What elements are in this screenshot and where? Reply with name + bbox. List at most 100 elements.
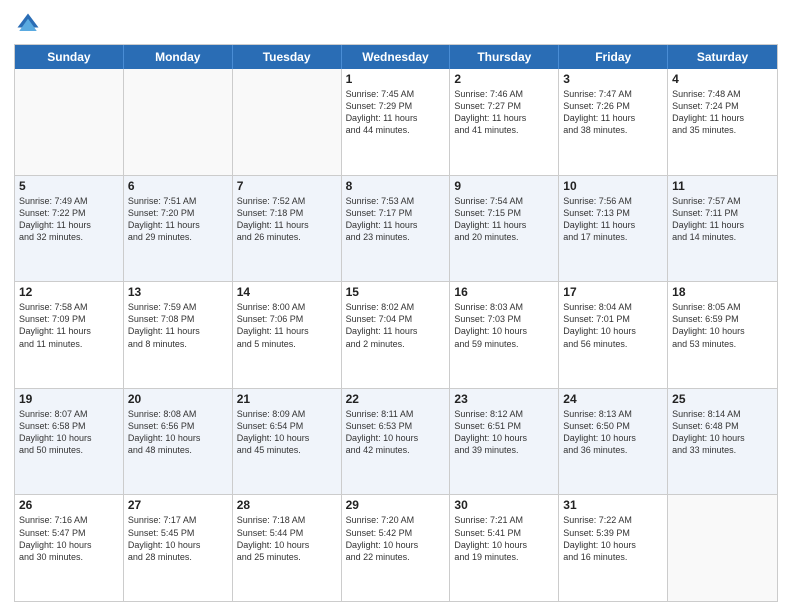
- day-number: 17: [563, 285, 663, 299]
- day-info: Sunrise: 8:13 AM Sunset: 6:50 PM Dayligh…: [563, 408, 663, 457]
- day-info: Sunrise: 7:17 AM Sunset: 5:45 PM Dayligh…: [128, 514, 228, 563]
- calendar-day-19: 19 Sunrise: 8:07 AM Sunset: 6:58 PM Dayli…: [15, 389, 124, 495]
- calendar-row-5: 26 Sunrise: 7:16 AM Sunset: 5:47 PM Dayli…: [15, 494, 777, 601]
- day-number: 19: [19, 392, 119, 406]
- day-number: 8: [346, 179, 446, 193]
- calendar-day-29: 29 Sunrise: 7:20 AM Sunset: 5:42 PM Dayli…: [342, 495, 451, 601]
- weekday-header-tuesday: Tuesday: [233, 45, 342, 69]
- calendar-day-16: 16 Sunrise: 8:03 AM Sunset: 7:03 PM Dayli…: [450, 282, 559, 388]
- day-info: Sunrise: 7:57 AM Sunset: 7:11 PM Dayligh…: [672, 195, 773, 244]
- calendar-day-5: 5 Sunrise: 7:49 AM Sunset: 7:22 PM Daylig…: [15, 176, 124, 282]
- calendar-day-3: 3 Sunrise: 7:47 AM Sunset: 7:26 PM Daylig…: [559, 69, 668, 175]
- day-info: Sunrise: 7:59 AM Sunset: 7:08 PM Dayligh…: [128, 301, 228, 350]
- calendar-day-30: 30Sunrise: 7:21 AM Sunset: 5:41 PM Dayli…: [450, 495, 559, 601]
- day-number: 4: [672, 72, 773, 86]
- day-info: Sunrise: 7:16 AM Sunset: 5:47 PM Dayligh…: [19, 514, 119, 563]
- day-number: 11: [672, 179, 773, 193]
- day-number: 15: [346, 285, 446, 299]
- day-number: 14: [237, 285, 337, 299]
- calendar-day-22: 22 Sunrise: 8:11 AM Sunset: 6:53 PM Dayli…: [342, 389, 451, 495]
- day-number: 29: [346, 498, 446, 512]
- day-info: Sunrise: 8:03 AM Sunset: 7:03 PM Dayligh…: [454, 301, 554, 350]
- day-info: Sunrise: 7:20 AM Sunset: 5:42 PM Dayligh…: [346, 514, 446, 563]
- weekday-header-thursday: Thursday: [450, 45, 559, 69]
- day-number: 2: [454, 72, 554, 86]
- calendar-empty-cell: [124, 69, 233, 175]
- weekday-header-sunday: Sunday: [15, 45, 124, 69]
- calendar-empty-cell: [15, 69, 124, 175]
- logo: [14, 10, 46, 38]
- calendar-day-7: 7Sunrise: 7:52 AM Sunset: 7:18 PM Daylig…: [233, 176, 342, 282]
- page: SundayMondayTuesdayWednesdayThursdayFrid…: [0, 0, 792, 612]
- day-number: 5: [19, 179, 119, 193]
- day-info: Sunrise: 7:58 AM Sunset: 7:09 PM Dayligh…: [19, 301, 119, 350]
- day-number: 24: [563, 392, 663, 406]
- calendar-day-14: 14Sunrise: 8:00 AM Sunset: 7:06 PM Dayli…: [233, 282, 342, 388]
- day-info: Sunrise: 7:46 AM Sunset: 7:27 PM Dayligh…: [454, 88, 554, 137]
- calendar-day-17: 17Sunrise: 8:04 AM Sunset: 7:01 PM Dayli…: [559, 282, 668, 388]
- calendar-day-21: 21 Sunrise: 8:09 AM Sunset: 6:54 PM Dayli…: [233, 389, 342, 495]
- day-info: Sunrise: 8:07 AM Sunset: 6:58 PM Dayligh…: [19, 408, 119, 457]
- day-number: 28: [237, 498, 337, 512]
- day-info: Sunrise: 7:53 AM Sunset: 7:17 PM Dayligh…: [346, 195, 446, 244]
- day-number: 16: [454, 285, 554, 299]
- calendar-day-26: 26 Sunrise: 7:16 AM Sunset: 5:47 PM Dayli…: [15, 495, 124, 601]
- day-info: Sunrise: 7:56 AM Sunset: 7:13 PM Dayligh…: [563, 195, 663, 244]
- day-number: 13: [128, 285, 228, 299]
- calendar-day-11: 11 Sunrise: 7:57 AM Sunset: 7:11 PM Dayli…: [668, 176, 777, 282]
- weekday-header-wednesday: Wednesday: [342, 45, 451, 69]
- calendar-day-8: 8 Sunrise: 7:53 AM Sunset: 7:17 PM Daylig…: [342, 176, 451, 282]
- day-info: Sunrise: 8:08 AM Sunset: 6:56 PM Dayligh…: [128, 408, 228, 457]
- day-number: 18: [672, 285, 773, 299]
- day-number: 6: [128, 179, 228, 193]
- day-number: 23: [454, 392, 554, 406]
- calendar-day-28: 28Sunrise: 7:18 AM Sunset: 5:44 PM Dayli…: [233, 495, 342, 601]
- calendar-day-4: 4 Sunrise: 7:48 AM Sunset: 7:24 PM Daylig…: [668, 69, 777, 175]
- calendar-day-18: 18 Sunrise: 8:05 AM Sunset: 6:59 PM Dayli…: [668, 282, 777, 388]
- day-number: 25: [672, 392, 773, 406]
- calendar-day-1: 1 Sunrise: 7:45 AM Sunset: 7:29 PM Daylig…: [342, 69, 451, 175]
- day-info: Sunrise: 7:48 AM Sunset: 7:24 PM Dayligh…: [672, 88, 773, 137]
- calendar-empty-cell: [233, 69, 342, 175]
- day-info: Sunrise: 8:05 AM Sunset: 6:59 PM Dayligh…: [672, 301, 773, 350]
- day-number: 26: [19, 498, 119, 512]
- calendar-row-4: 19 Sunrise: 8:07 AM Sunset: 6:58 PM Dayli…: [15, 388, 777, 495]
- day-info: Sunrise: 8:12 AM Sunset: 6:51 PM Dayligh…: [454, 408, 554, 457]
- day-info: Sunrise: 8:09 AM Sunset: 6:54 PM Dayligh…: [237, 408, 337, 457]
- weekday-header-monday: Monday: [124, 45, 233, 69]
- calendar-body: 1 Sunrise: 7:45 AM Sunset: 7:29 PM Daylig…: [15, 69, 777, 601]
- day-number: 12: [19, 285, 119, 299]
- calendar-day-24: 24 Sunrise: 8:13 AM Sunset: 6:50 PM Dayli…: [559, 389, 668, 495]
- calendar-day-31: 31Sunrise: 7:22 AM Sunset: 5:39 PM Dayli…: [559, 495, 668, 601]
- header: [14, 10, 778, 38]
- day-number: 22: [346, 392, 446, 406]
- day-info: Sunrise: 7:21 AM Sunset: 5:41 PM Dayligh…: [454, 514, 554, 563]
- day-info: Sunrise: 7:54 AM Sunset: 7:15 PM Dayligh…: [454, 195, 554, 244]
- day-number: 31: [563, 498, 663, 512]
- calendar-day-23: 23 Sunrise: 8:12 AM Sunset: 6:51 PM Dayli…: [450, 389, 559, 495]
- logo-icon: [14, 10, 42, 38]
- calendar-day-10: 10Sunrise: 7:56 AM Sunset: 7:13 PM Dayli…: [559, 176, 668, 282]
- weekday-header-friday: Friday: [559, 45, 668, 69]
- calendar: SundayMondayTuesdayWednesdayThursdayFrid…: [14, 44, 778, 602]
- day-number: 9: [454, 179, 554, 193]
- day-number: 27: [128, 498, 228, 512]
- calendar-row-1: 1 Sunrise: 7:45 AM Sunset: 7:29 PM Daylig…: [15, 69, 777, 175]
- day-info: Sunrise: 7:49 AM Sunset: 7:22 PM Dayligh…: [19, 195, 119, 244]
- calendar-day-13: 13 Sunrise: 7:59 AM Sunset: 7:08 PM Dayli…: [124, 282, 233, 388]
- day-number: 20: [128, 392, 228, 406]
- calendar-day-12: 12 Sunrise: 7:58 AM Sunset: 7:09 PM Dayli…: [15, 282, 124, 388]
- day-info: Sunrise: 7:45 AM Sunset: 7:29 PM Dayligh…: [346, 88, 446, 137]
- calendar-day-15: 15Sunrise: 8:02 AM Sunset: 7:04 PM Dayli…: [342, 282, 451, 388]
- day-number: 1: [346, 72, 446, 86]
- calendar-day-9: 9 Sunrise: 7:54 AM Sunset: 7:15 PM Daylig…: [450, 176, 559, 282]
- day-number: 3: [563, 72, 663, 86]
- calendar-day-2: 2 Sunrise: 7:46 AM Sunset: 7:27 PM Daylig…: [450, 69, 559, 175]
- day-info: Sunrise: 8:11 AM Sunset: 6:53 PM Dayligh…: [346, 408, 446, 457]
- day-info: Sunrise: 7:47 AM Sunset: 7:26 PM Dayligh…: [563, 88, 663, 137]
- day-number: 21: [237, 392, 337, 406]
- weekday-header-saturday: Saturday: [668, 45, 777, 69]
- calendar-day-20: 20 Sunrise: 8:08 AM Sunset: 6:56 PM Dayli…: [124, 389, 233, 495]
- calendar-header: SundayMondayTuesdayWednesdayThursdayFrid…: [15, 45, 777, 69]
- calendar-row-3: 12 Sunrise: 7:58 AM Sunset: 7:09 PM Dayli…: [15, 281, 777, 388]
